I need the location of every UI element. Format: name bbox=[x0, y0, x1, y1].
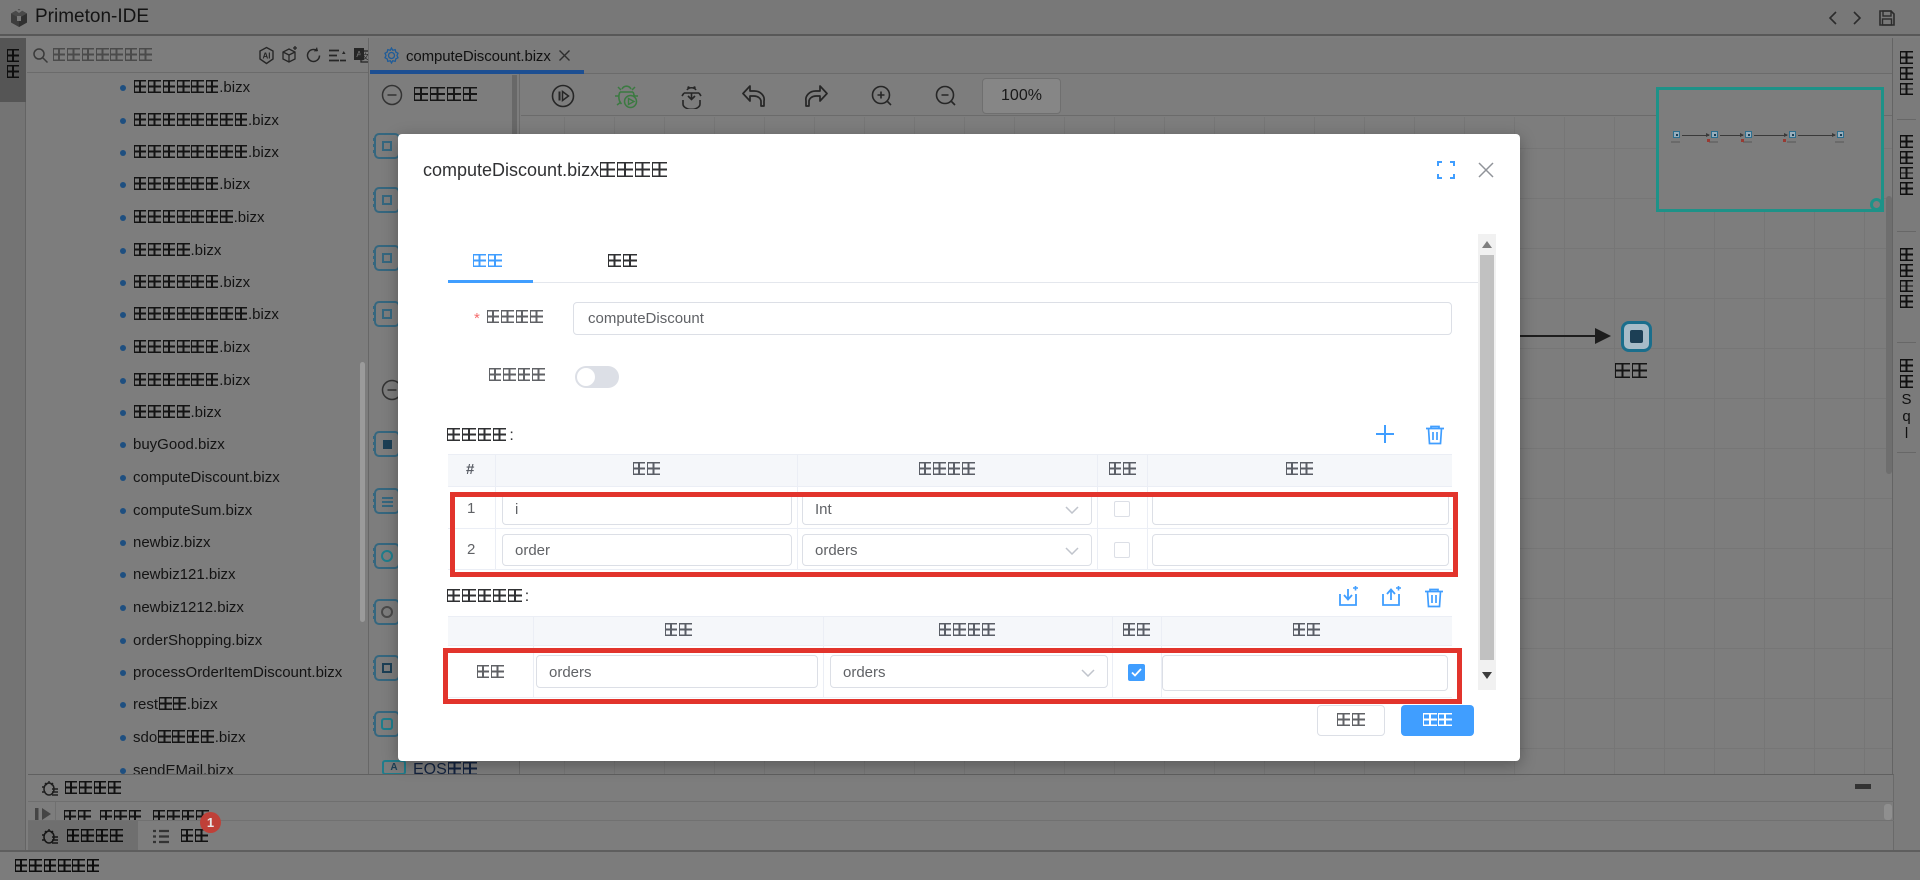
svg-text:文: 文 bbox=[362, 52, 370, 62]
svg-text:AI: AI bbox=[263, 52, 271, 61]
